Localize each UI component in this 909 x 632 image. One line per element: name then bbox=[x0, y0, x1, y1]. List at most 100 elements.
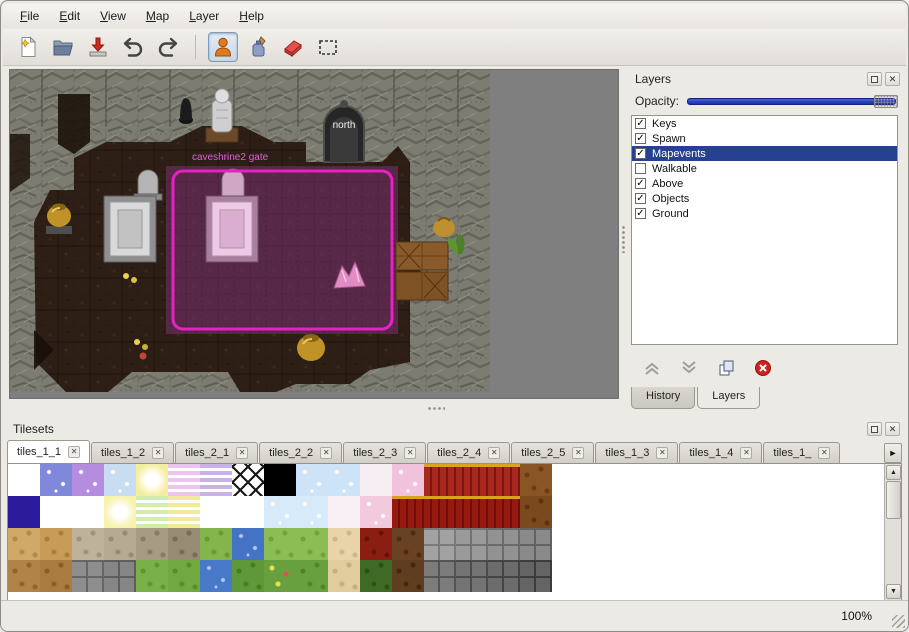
tab-layers[interactable]: Layers bbox=[697, 387, 760, 409]
tile-0-8[interactable] bbox=[264, 464, 296, 496]
tile-2-3[interactable] bbox=[104, 528, 136, 560]
opacity-slider-track[interactable] bbox=[687, 98, 896, 105]
tile-2-7[interactable] bbox=[232, 528, 264, 560]
tile-0-0[interactable] bbox=[8, 464, 40, 496]
tile-1-13[interactable] bbox=[424, 496, 456, 528]
layer-row-walkable[interactable]: Walkable bbox=[632, 161, 897, 176]
tile-2-15[interactable] bbox=[488, 528, 520, 560]
tile-3-15[interactable] bbox=[488, 560, 520, 592]
tile-2-16[interactable] bbox=[520, 528, 552, 560]
menu-layer[interactable]: Layer bbox=[180, 6, 228, 26]
tile-1-8[interactable] bbox=[264, 496, 296, 528]
layer-row-above[interactable]: ✓Above bbox=[632, 176, 897, 191]
new-file-button[interactable] bbox=[13, 32, 43, 62]
tilesets-close-button[interactable]: ✕ bbox=[885, 422, 900, 436]
tile-0-15[interactable] bbox=[488, 464, 520, 496]
tile-3-8[interactable] bbox=[264, 560, 296, 592]
tile-0-6[interactable] bbox=[200, 464, 232, 496]
tile-0-13[interactable] bbox=[424, 464, 456, 496]
tile-0-12[interactable] bbox=[392, 464, 424, 496]
tile-1-11[interactable] bbox=[360, 496, 392, 528]
tile-0-4[interactable] bbox=[136, 464, 168, 496]
tile-3-6[interactable] bbox=[200, 560, 232, 592]
tile-3-3[interactable] bbox=[104, 560, 136, 592]
tile-1-7[interactable] bbox=[232, 496, 264, 528]
layer-visibility-checkbox[interactable]: ✓ bbox=[635, 148, 646, 159]
tab-close-icon[interactable]: ✕ bbox=[320, 447, 332, 459]
menu-view[interactable]: View bbox=[91, 6, 135, 26]
tab-history[interactable]: History bbox=[631, 387, 695, 409]
tileset-tab-tiles_1_1[interactable]: tiles_1_1✕ bbox=[7, 440, 90, 463]
tileset-tab-tiles_1_3[interactable]: tiles_1_3✕ bbox=[595, 442, 678, 463]
layers-float-button[interactable] bbox=[867, 72, 882, 86]
move-layer-up-button[interactable] bbox=[641, 357, 663, 379]
tab-close-icon[interactable]: ✕ bbox=[236, 447, 248, 459]
tab-close-icon[interactable]: ✕ bbox=[488, 447, 500, 459]
tile-3-4[interactable] bbox=[136, 560, 168, 592]
tile-2-13[interactable] bbox=[424, 528, 456, 560]
layer-visibility-checkbox[interactable]: ✓ bbox=[635, 208, 646, 219]
tile-1-2[interactable] bbox=[72, 496, 104, 528]
tab-close-icon[interactable]: ✕ bbox=[572, 447, 584, 459]
tile-0-10[interactable] bbox=[328, 464, 360, 496]
tab-close-icon[interactable]: ✕ bbox=[68, 446, 80, 458]
scroll-down-button[interactable]: ▼ bbox=[886, 584, 901, 599]
tile-0-7[interactable] bbox=[232, 464, 264, 496]
tilesets-float-button[interactable] bbox=[867, 422, 882, 436]
eraser-tool-button[interactable] bbox=[278, 32, 308, 62]
map-canvas[interactable]: north caveshrine2 gate bbox=[10, 70, 490, 392]
tile-1-9[interactable] bbox=[296, 496, 328, 528]
duplicate-layer-button[interactable] bbox=[715, 357, 737, 379]
tileset-tab-tiles_1_2[interactable]: tiles_1_2✕ bbox=[91, 442, 174, 463]
remove-layer-button[interactable] bbox=[752, 357, 774, 379]
scroll-up-button[interactable]: ▲ bbox=[886, 465, 901, 480]
tile-0-14[interactable] bbox=[456, 464, 488, 496]
redo-button[interactable] bbox=[153, 32, 183, 62]
tile-2-10[interactable] bbox=[328, 528, 360, 560]
tile-2-12[interactable] bbox=[392, 528, 424, 560]
layer-visibility-checkbox[interactable]: ✓ bbox=[635, 193, 646, 204]
tile-1-6[interactable] bbox=[200, 496, 232, 528]
tileset-tab-tiles_2_2[interactable]: tiles_2_2✕ bbox=[259, 442, 342, 463]
tile-2-8[interactable] bbox=[264, 528, 296, 560]
move-layer-down-button[interactable] bbox=[678, 357, 700, 379]
layer-visibility-checkbox[interactable]: ✓ bbox=[635, 133, 646, 144]
fill-tool-button[interactable] bbox=[243, 32, 273, 62]
tile-3-7[interactable] bbox=[232, 560, 264, 592]
tile-1-3[interactable] bbox=[104, 496, 136, 528]
tile-0-16[interactable] bbox=[520, 464, 552, 496]
tile-2-6[interactable] bbox=[200, 528, 232, 560]
tile-3-11[interactable] bbox=[360, 560, 392, 592]
layer-row-mapevents[interactable]: ✓Mapevents bbox=[632, 146, 897, 161]
tile-1-5[interactable] bbox=[168, 496, 200, 528]
tile-1-15[interactable] bbox=[488, 496, 520, 528]
tile-2-5[interactable] bbox=[168, 528, 200, 560]
tile-3-0[interactable] bbox=[8, 560, 40, 592]
tileset-tab-tiles_2_1[interactable]: tiles_2_1✕ bbox=[175, 442, 258, 463]
tile-3-9[interactable] bbox=[296, 560, 328, 592]
layer-list[interactable]: ✓Keys✓Spawn✓MapeventsWalkable✓Above✓Obje… bbox=[631, 115, 898, 345]
layer-row-ground[interactable]: ✓Ground bbox=[632, 206, 897, 221]
layers-close-button[interactable]: ✕ bbox=[885, 72, 900, 86]
menu-help[interactable]: Help bbox=[230, 6, 273, 26]
resize-grip[interactable] bbox=[892, 615, 905, 628]
layer-row-spawn[interactable]: ✓Spawn bbox=[632, 131, 897, 146]
tile-3-5[interactable] bbox=[168, 560, 200, 592]
tileset-tab-tiles_1_4[interactable]: tiles_1_4✕ bbox=[679, 442, 762, 463]
opacity-slider[interactable] bbox=[687, 94, 898, 108]
tileset-tab-tiles_1_[interactable]: tiles_1_✕ bbox=[763, 442, 840, 463]
tile-1-16[interactable] bbox=[520, 496, 552, 528]
layer-visibility-checkbox[interactable]: ✓ bbox=[635, 178, 646, 189]
tile-1-14[interactable] bbox=[456, 496, 488, 528]
opacity-slider-handle[interactable] bbox=[874, 95, 898, 108]
tile-3-10[interactable] bbox=[328, 560, 360, 592]
tile-2-14[interactable] bbox=[456, 528, 488, 560]
tab-close-icon[interactable]: ✕ bbox=[818, 447, 830, 459]
tile-2-9[interactable] bbox=[296, 528, 328, 560]
tile-2-4[interactable] bbox=[136, 528, 168, 560]
place-event-tool-button[interactable] bbox=[208, 32, 238, 62]
layer-visibility-checkbox[interactable]: ✓ bbox=[635, 118, 646, 129]
layer-visibility-checkbox[interactable] bbox=[635, 163, 646, 174]
menu-map[interactable]: Map bbox=[137, 6, 178, 26]
tileset-palette[interactable]: ▲ ▼ bbox=[7, 463, 902, 601]
